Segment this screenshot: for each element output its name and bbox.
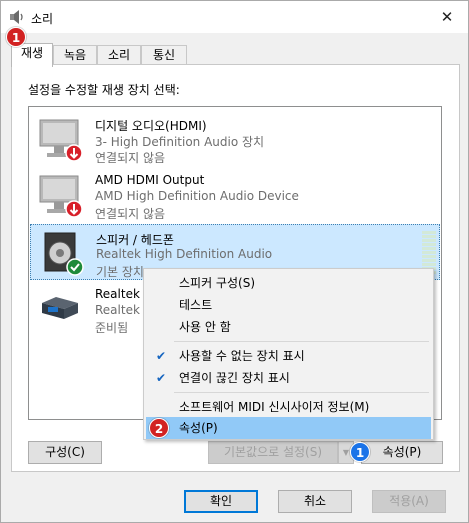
close-icon: ✕ [440,8,454,26]
device-status: 준비됨 [95,321,129,335]
tab-label: 소리 [107,48,131,62]
digital-output-icon [42,297,78,319]
device-description: Realtek High Definition Audio [96,247,273,261]
speaker-icon [44,232,84,276]
tab-label: 재생 [20,46,44,60]
window-title: 소리 [31,12,54,26]
configure-button[interactable]: 구성(C) [28,441,102,464]
button-label: 속성(P) [382,445,422,459]
menu-item-midi-info[interactable]: 소프트웨어 MIDI 신시사이저 정보(M) [146,396,431,418]
device-status: 연결되지 않음 [95,207,166,221]
apply-button[interactable]: 적용(A) [372,490,446,513]
button-label: 기본값으로 설정(S) [223,445,323,459]
step-badge-tab: 1 [6,27,26,47]
instruction-text: 설정을 수정할 재생 장치 선택: [28,83,180,97]
monitor-icon [39,119,83,162]
menu-item-label: 테스트 [179,298,213,312]
menu-item-test[interactable]: 테스트 [146,294,431,316]
button-label: 확인 [209,494,233,508]
menu-item-disable[interactable]: 사용 안 함 [146,316,431,338]
button-label: 취소 [303,494,327,508]
tab-label: 통신 [152,48,176,62]
menu-item-label: 연결이 끊긴 장치 표시 [179,371,290,385]
ok-button[interactable]: 확인 [184,490,258,513]
menu-item-properties[interactable]: 속성(P) [146,417,431,439]
button-label: 적용(A) [389,494,429,508]
sound-dialog: 소리 ✕ 1 재생 녹음 소리 통신 설정을 수정할 재생 장치 선택: 디지털 [0,0,469,523]
properties-button[interactable]: 속성(P) [361,441,443,464]
tab-label: 녹음 [63,48,87,62]
device-description: 3- High Definition Audio 장치 [95,135,265,149]
menu-item-label: 사용 안 함 [179,320,231,334]
tab-recording[interactable]: 녹음 [53,45,97,65]
button-label: 구성(C) [45,445,85,459]
monitor-icon [39,175,83,218]
menu-item-speaker-setup[interactable]: 스피커 구성(S) [146,272,431,294]
chevron-down-icon: ▼ [342,448,350,457]
device-name: 디지털 오디오(HDMI) [95,119,207,133]
check-icon: ✔ [156,349,167,363]
menu-item-label: 사용할 수 없는 장치 표시 [179,349,305,363]
cancel-button[interactable]: 취소 [278,490,352,513]
device-description: AMD High Definition Audio Device [95,189,299,203]
menu-separator [174,341,429,342]
close-button[interactable]: ✕ [432,5,462,29]
device-item-amd-hdmi[interactable]: AMD HDMI Output AMD High Definition Audi… [30,167,440,223]
device-status: 기본 장치 [96,265,144,279]
menu-item-label: 소프트웨어 MIDI 신시사이저 정보(M) [179,400,370,414]
menu-item-show-disconnected[interactable]: ✔ 연결이 끊긴 장치 표시 [146,367,431,389]
menu-item-label: 속성(P) [179,421,218,435]
set-default-button[interactable]: 기본값으로 설정(S) [208,441,338,464]
check-icon: ✔ [156,371,167,385]
step-badge-menu: 2 [149,418,169,438]
device-item-hdmi-digital[interactable]: 디지털 오디오(HDMI) 3- High Definition Audio 장… [30,111,440,167]
menu-separator [174,392,429,393]
device-status: 연결되지 않음 [95,151,166,165]
device-name: AMD HDMI Output [95,173,205,187]
speaker-app-icon [10,10,23,24]
menu-item-label: 스피커 구성(S) [179,276,255,290]
title-bar[interactable]: 소리 ✕ [1,1,468,33]
tab-communications[interactable]: 통신 [141,45,187,65]
tab-sounds[interactable]: 소리 [97,45,141,65]
menu-item-show-disabled[interactable]: ✔ 사용할 수 없는 장치 표시 [146,345,431,367]
step-badge-properties: 1 [350,442,370,462]
device-name: 스피커 / 헤드폰 [96,233,174,247]
device-context-menu: 스피커 구성(S) 테스트 사용 안 함 ✔ 사용할 수 없는 장치 표시 ✔ … [143,268,434,440]
